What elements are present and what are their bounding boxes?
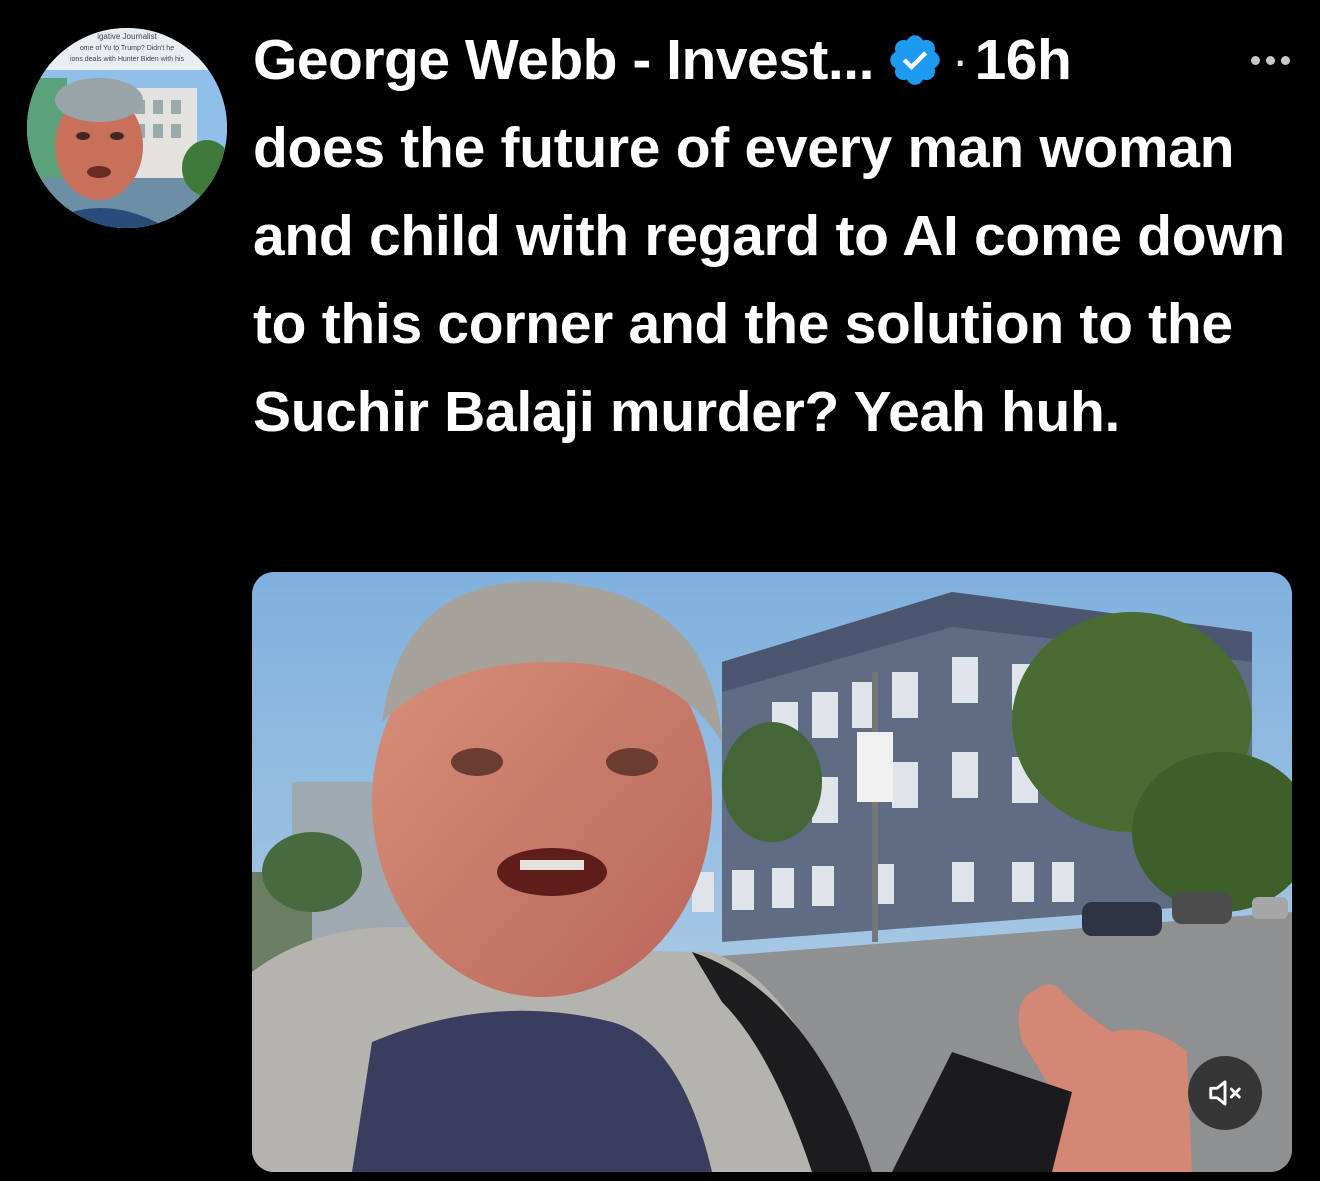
mute-button[interactable] [1188,1056,1262,1130]
verified-badge-icon [890,35,940,85]
more-dot [1281,55,1290,65]
tweet-timestamp[interactable]: 16h [975,27,1072,93]
more-options-icon[interactable] [1247,40,1294,80]
tweet-header: George Webb - Invest... · 16h [253,22,1294,98]
tweet-body-text: does the future of every man woman and c… [253,116,1285,444]
avatar-caption-1: igative Journalist [97,32,157,41]
avatar-caption-2: ome of Yu to Trump? Didn't he [80,45,174,52]
header-separator: · [951,32,969,88]
tweet[interactable]: igative Journalist ome of Yu to Trump? D… [0,0,1320,1181]
tweet-video[interactable] [252,572,1292,1172]
author-avatar[interactable]: igative Journalist ome of Yu to Trump? D… [27,28,227,228]
video-frame [252,572,1292,1172]
avatar-photo: igative Journalist ome of Yu to Trump? D… [27,28,227,228]
more-dot [1251,55,1260,65]
volume-muted-icon [1209,1080,1241,1106]
author-name[interactable]: George Webb - Invest... [253,27,874,93]
avatar-caption-3: ions deals with Hunter Biden with his [70,56,185,63]
more-dot [1266,55,1275,65]
